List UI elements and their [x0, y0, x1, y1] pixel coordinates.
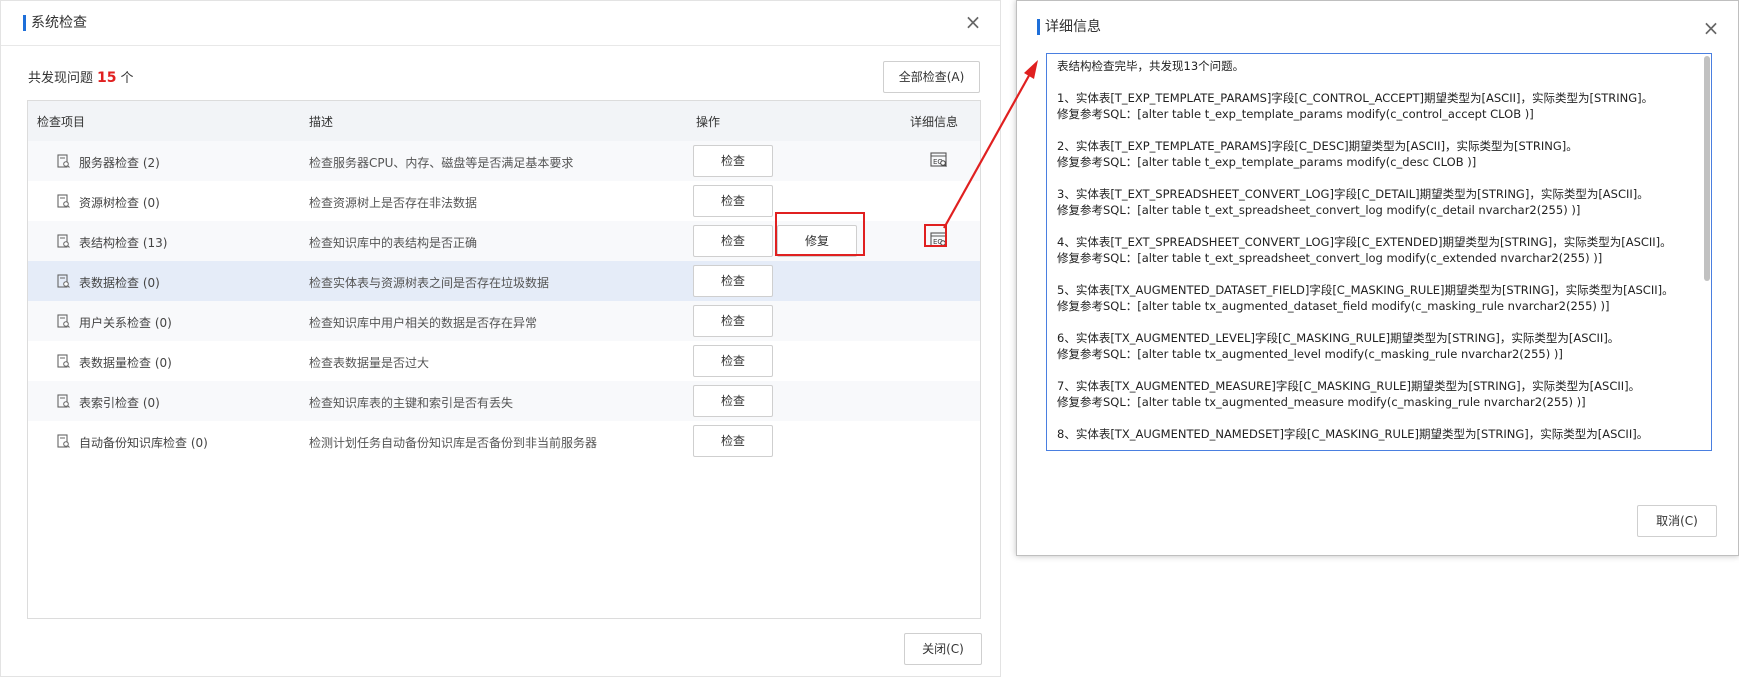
check-table: 检查项目 描述 操作 详细信息 服务器检查 (2) 检查服务器CPU、内存、磁盘等…	[27, 100, 981, 619]
check-item-desc: 检查表数据量是否过大	[309, 356, 430, 370]
dialog-title: 详细信息	[1037, 19, 1101, 35]
check-item-desc: 检查实体表与资源树表之间是否存在垃圾数据	[309, 276, 550, 290]
summary-suffix: 个	[120, 71, 134, 86]
detail-info-icon[interactable]: EQ	[930, 151, 948, 169]
dialog-header: 详细信息 ×	[1017, 1, 1738, 51]
check-item-desc: 检测计划任务自动备份知识库是否备份到非当前服务器	[309, 436, 598, 450]
column-header-desc: 描述	[309, 115, 334, 129]
check-item-desc: 检查知识库中的表结构是否正确	[309, 236, 478, 250]
close-icon[interactable]: ×	[1700, 17, 1722, 39]
check-button[interactable]: 检查	[693, 385, 773, 417]
table-row[interactable]: 表索引检查 (0) 检查知识库表的主键和索引是否有丢失 检查	[28, 381, 980, 421]
detail-dialog: 详细信息 × 表结构检查完毕，共发现13个问题。 1、实体表[T_EXP_TEM…	[1016, 0, 1739, 556]
close-icon[interactable]: ×	[962, 11, 984, 33]
table-row[interactable]: 表数据量检查 (0) 检查表数据量是否过大 检查	[28, 341, 980, 381]
column-header-detail: 详细信息	[910, 115, 959, 129]
check-item-name: 自动备份知识库检查 (0)	[79, 436, 208, 450]
detail-icon-highlight	[924, 224, 947, 247]
check-item-name: 资源树检查 (0)	[79, 196, 160, 210]
check-item-desc: 检查服务器CPU、内存、磁盘等是否满足基本要求	[309, 156, 574, 170]
close-button[interactable]: 关闭(C)	[904, 633, 982, 665]
table-row[interactable]: 服务器检查 (2) 检查服务器CPU、内存、磁盘等是否满足基本要求 检查 EQ	[28, 141, 980, 181]
dialog-title: 系统检查	[23, 15, 87, 31]
column-header-item: 检查项目	[37, 115, 86, 129]
table-row[interactable]: 表数据检查 (0) 检查实体表与资源树表之间是否存在垃圾数据 检查	[28, 261, 980, 301]
check-item-name: 服务器检查 (2)	[79, 156, 160, 170]
scrollbar[interactable]	[1704, 56, 1710, 281]
system-check-dialog: 系统检查 × 共发现问题 15 个 全部检查(A) 检查项目 描述 操作 详细信息 …	[0, 0, 1001, 677]
check-button[interactable]: 检查	[693, 305, 773, 337]
table-row[interactable]: 用户关系检查 (0) 检查知识库中用户相关的数据是否存在异常 检查	[28, 301, 980, 341]
check-item-name: 表索引检查 (0)	[79, 396, 160, 410]
check-item-name: 用户关系检查 (0)	[79, 316, 172, 330]
check-item-icon	[57, 154, 70, 168]
detail-text: 表结构检查完毕，共发现13个问题。 1、实体表[T_EXP_TEMPLATE_P…	[1057, 59, 1674, 441]
check-item-icon	[57, 394, 70, 408]
detail-textarea[interactable]: 表结构检查完毕，共发现13个问题。 1、实体表[T_EXP_TEMPLATE_P…	[1046, 53, 1712, 451]
check-button[interactable]: 检查	[693, 345, 773, 377]
check-item-icon	[57, 354, 70, 368]
column-header-action: 操作	[696, 115, 721, 129]
check-item-name: 表数据检查 (0)	[79, 276, 160, 290]
check-item-desc: 检查资源树上是否存在非法数据	[309, 196, 478, 210]
table-row[interactable]: 自动备份知识库检查 (0) 检测计划任务自动备份知识库是否备份到非当前服务器 检查	[28, 421, 980, 461]
check-item-icon	[57, 274, 70, 288]
cancel-button[interactable]: 取消(C)	[1637, 505, 1717, 537]
check-item-icon	[57, 314, 70, 328]
dialog-header: 系统检查 ×	[1, 1, 1000, 46]
check-item-desc: 检查知识库表的主键和索引是否有丢失	[309, 396, 514, 410]
check-item-icon	[57, 194, 70, 208]
check-button[interactable]: 检查	[693, 425, 773, 457]
check-all-button[interactable]: 全部检查(A)	[883, 61, 980, 93]
issue-count: 15	[97, 70, 117, 86]
table-header: 检查项目 描述 操作 详细信息	[28, 101, 980, 142]
check-button[interactable]: 检查	[693, 185, 773, 217]
check-button[interactable]: 检查	[693, 265, 773, 297]
check-item-icon	[57, 434, 70, 448]
check-item-name: 表数据量检查 (0)	[79, 356, 172, 370]
check-item-icon	[57, 234, 70, 248]
fix-button-highlight	[775, 212, 865, 256]
check-item-desc: 检查知识库中用户相关的数据是否存在异常	[309, 316, 538, 330]
check-button[interactable]: 检查	[693, 225, 773, 257]
check-button[interactable]: 检查	[693, 145, 773, 177]
issue-summary: 共发现问题 15 个	[28, 67, 134, 86]
summary-prefix: 共发现问题	[28, 71, 94, 86]
check-item-name: 表结构检查 (13)	[79, 236, 168, 250]
